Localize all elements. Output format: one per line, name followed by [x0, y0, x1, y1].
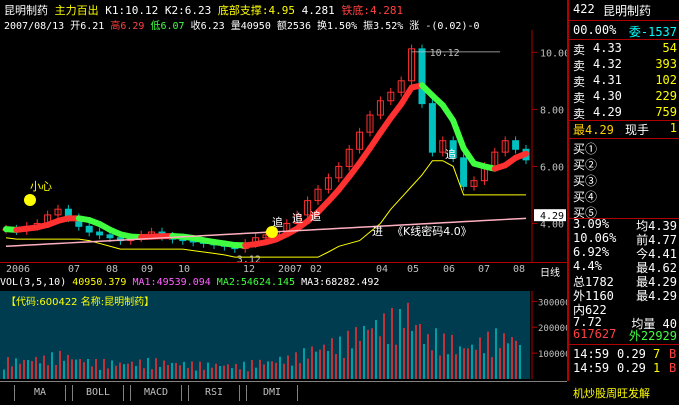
- x-tick-label: 05: [407, 264, 419, 275]
- buy-order-row: 买④: [573, 188, 679, 204]
- candle-body: [419, 49, 425, 104]
- sell-order-row: 卖4.3354: [573, 41, 679, 57]
- buy-order-row: 买②: [573, 156, 679, 172]
- smiley-icon: [24, 194, 36, 206]
- iron-bottom-label: 铁底:: [341, 4, 370, 17]
- x-tick-label: 08: [106, 264, 118, 275]
- last-price: 最4.29: [573, 121, 614, 138]
- low-label: 3.12: [237, 255, 261, 262]
- support-label: 底部支撑:: [218, 4, 269, 17]
- chart-annotation: 《K线密码4.0》: [392, 224, 472, 238]
- hand-value: 1: [670, 121, 677, 135]
- tab-ma[interactable]: MA: [14, 385, 66, 401]
- vol-tick-label: 200000: [538, 324, 567, 334]
- sell-order-row: 卖4.30229: [573, 89, 679, 105]
- sell-order-row: 卖4.32393: [573, 57, 679, 73]
- vol-ma3: MA3:68282.492: [301, 277, 379, 288]
- quote-title: 422 昆明制药: [573, 2, 679, 18]
- indicator-name: 主力百出: [55, 4, 99, 17]
- x-tick-label: 07: [68, 264, 80, 275]
- price-chart[interactable]: 10.008.006.004.0010.123.124.29小心追追追进《K线密…: [0, 30, 567, 262]
- hand-label: 现手: [625, 121, 649, 138]
- x-tick-label: 2006: [6, 264, 30, 275]
- chart-header-line2: 2007/08/13 开6.21 高6.29 低6.07 收6.23 量4095…: [4, 17, 480, 30]
- x-tick-label: 07: [478, 264, 490, 275]
- vol-ma1: MA1:49539.094: [132, 277, 210, 288]
- chart-annotation: 追: [310, 209, 321, 223]
- vol-label: VOL(3,5,10): [0, 277, 66, 288]
- candle-body: [513, 141, 519, 150]
- wei-cha: 委-1537: [629, 23, 677, 40]
- candle-body: [461, 158, 467, 187]
- footer-text: 机炒股周旺发解: [567, 381, 679, 404]
- chart-annotation: 追: [292, 211, 303, 225]
- candle-body: [97, 232, 103, 235]
- chart-annotation: 小心: [30, 180, 52, 193]
- x-tick-label: 2007: [278, 264, 302, 275]
- inout-row: 617627 外22929: [573, 327, 679, 343]
- stock-name: 昆明制药: [4, 4, 48, 17]
- buy-order-row: 买③: [573, 172, 679, 188]
- x-tick-label: 12: [243, 264, 255, 275]
- tab-rsi[interactable]: RSI: [188, 385, 240, 401]
- mid-value: 4.281: [302, 4, 335, 17]
- current-price-label: 4.29: [540, 211, 564, 222]
- indicator-tabs: MA BOLL MACD RSI DMI: [0, 381, 567, 405]
- x-tick-label: 06: [443, 264, 455, 275]
- smiley-icon: [266, 226, 278, 238]
- bottom-right: 外22929: [629, 327, 677, 344]
- date-axis: 200607080910122007020405060708日线: [0, 262, 567, 277]
- vol-value: 40950.379: [72, 277, 126, 288]
- buy-order-row: 买①: [573, 140, 679, 156]
- vol-ma2: MA2:54624.145: [217, 277, 295, 288]
- candle-body: [107, 235, 113, 238]
- tab-macd[interactable]: MACD: [130, 385, 182, 401]
- last-row: 最4.29 现手 1: [573, 121, 679, 137]
- volume-chart[interactable]: 300000 200000 100000 【代码:600422 名称:昆明制药】: [0, 291, 567, 379]
- chart-header-line1: 昆明制药 主力百出 K1:10.12 K2:6.23 底部支撑:4.95 4.2…: [4, 2, 403, 16]
- iron-bottom-value: 4.281: [370, 4, 403, 17]
- candle-body: [429, 104, 435, 153]
- quote-code: 422: [573, 2, 595, 16]
- y-tick-label: 8.00: [540, 105, 564, 116]
- x-tick-label: 02: [310, 264, 322, 275]
- chart-annotation: 进: [372, 225, 383, 238]
- wei-row: 00.00% 委-1537: [573, 23, 679, 39]
- wei-bi: 00.00%: [573, 23, 616, 37]
- support-value: 4.95: [268, 4, 295, 17]
- tick-row: 14:590.291B: [573, 361, 679, 377]
- x-tick-label: 10: [178, 264, 190, 275]
- chart-annotation: 追: [445, 147, 456, 161]
- bottom-left: 617627: [573, 327, 616, 341]
- peak-label: 10.12: [430, 48, 460, 59]
- sell-order-row: 卖4.29759: [573, 105, 679, 121]
- sell-order-row: 卖4.31102: [573, 73, 679, 89]
- vol-tick-label: 100000: [538, 350, 567, 360]
- trend-band-segment: [516, 154, 526, 158]
- code-text: 【代码:600422 名称:昆明制药】: [6, 295, 154, 308]
- quote-panel: 422 昆明制药 00.00% 委-1537 卖4.3354卖4.32393卖4…: [567, 0, 679, 381]
- k2-value: K2:6.23: [165, 4, 211, 17]
- quote-name: 昆明制药: [603, 2, 651, 19]
- y-tick-label: 6.00: [540, 162, 564, 173]
- vol-tick-label: 300000: [538, 298, 567, 308]
- x-tick-label: 09: [141, 264, 153, 275]
- k1-value: K1:10.12: [105, 4, 158, 17]
- x-tick-label: 04: [376, 264, 388, 275]
- tab-boll[interactable]: BOLL: [72, 385, 124, 401]
- x-tick-label: 08: [513, 264, 525, 275]
- candle-body: [86, 226, 92, 232]
- y-tick-label: 10.00: [540, 48, 567, 59]
- volume-header: VOL(3,5,10) 40950.379 MA1:49539.094 MA2:…: [0, 277, 567, 291]
- tab-dmi[interactable]: DMI: [246, 385, 298, 401]
